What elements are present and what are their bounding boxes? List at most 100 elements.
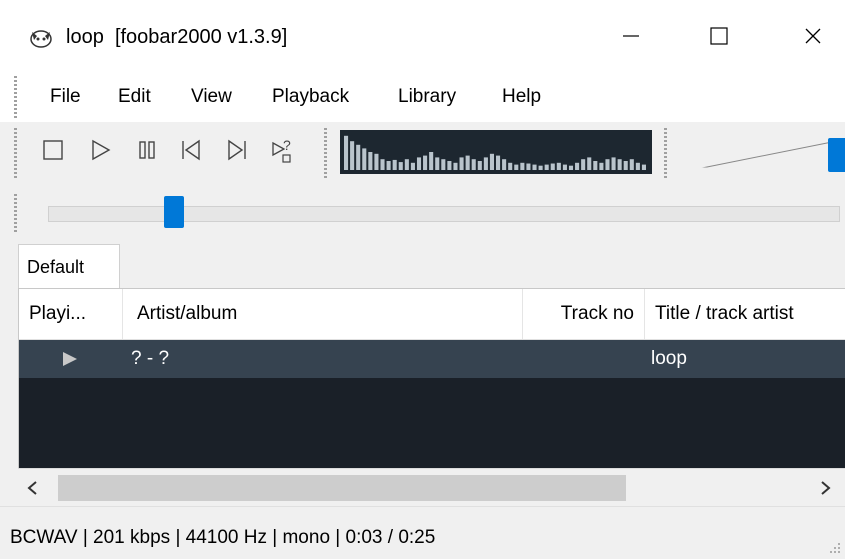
spectrum-bar [629,159,634,170]
scroll-right-icon[interactable] [818,480,832,496]
menu-view[interactable]: View [191,86,232,108]
row-title: loop [651,348,687,369]
scrollbar-thumb[interactable] [58,475,626,501]
volume-thumb[interactable] [828,138,845,172]
spectrum-bar [611,157,616,170]
spectrum-bar [447,161,452,170]
spectrum-bar [508,162,513,170]
spectrum-bar [526,163,531,170]
spectrum-bar [483,157,488,170]
maximize-icon [710,27,728,45]
spectrum-bar [435,157,440,170]
foobar-app-icon [30,30,52,48]
app-version: [foobar2000 v1.3.9] [114,26,288,48]
playlist-row[interactable]: ? - ? loop [19,340,845,378]
spectrum-bar [635,162,640,170]
stop-button[interactable] [40,136,66,164]
svg-text:?: ? [283,137,291,153]
menu-file[interactable]: File [50,86,81,108]
spectrum-bar [344,135,349,170]
spectrum-bar [605,159,610,170]
horizontal-scrollbar[interactable] [18,468,845,507]
seekbar-grip[interactable] [14,194,17,234]
spectrum-bar [465,155,470,170]
menu-help[interactable]: Help [502,86,541,108]
maximize-button[interactable] [688,0,750,72]
window-title: loop [foobar2000 v1.3.9] [66,26,287,49]
spectrum-bar [489,153,494,170]
seekbar-thumb[interactable] [164,196,185,228]
spectrum-bar [416,157,422,170]
pause-icon [139,141,155,159]
spectrum-bar [496,155,501,170]
spectrum-bar [386,161,391,170]
stop-icon [43,140,63,160]
column-artist-album[interactable]: Artist/album [123,289,523,339]
spectrum-bars [344,135,646,170]
spectrum-bar [368,152,373,170]
spectrum-bar [459,157,464,170]
spectrum-bar [502,159,507,170]
menu-playback[interactable]: Playback [272,86,349,108]
menu-grip[interactable] [14,76,17,118]
next-button[interactable] [224,136,250,164]
spectrum-bar [362,148,367,170]
spectrum-bar [429,152,434,170]
column-track-no[interactable]: Track no [523,289,645,339]
spectrum-bar [398,162,403,170]
column-artist-album-label: Artist/album [137,303,238,324]
menu-bar: File Edit View Playback Library Help [0,72,845,123]
spectrum-bar [617,159,622,170]
spectrum-visualizer[interactable] [340,130,652,174]
title-bar: loop [foobar2000 v1.3.9] [0,0,845,72]
previous-button[interactable] [178,136,204,164]
row-artist-album: ? - ? [131,348,170,369]
spectrum-bar [568,165,574,170]
spectrum-bar [538,165,543,170]
minimize-icon [623,35,639,37]
column-title-label: Title / track artist [655,303,794,324]
column-track-no-label: Track no [560,303,634,324]
spectrum-bar [556,162,561,170]
menu-library[interactable]: Library [398,86,456,108]
play-arrow-icon [63,352,77,366]
spectrum-bar [477,161,482,170]
volume-grip[interactable] [664,128,667,180]
visualizer-grip[interactable] [324,128,327,180]
spectrum-bar [356,144,361,170]
resize-grip-icon[interactable] [828,541,842,555]
close-button[interactable] [782,0,844,72]
track-title: loop [66,26,104,48]
spectrum-bar [514,164,519,170]
spectrum-bar [544,164,549,170]
pause-button[interactable] [134,136,160,164]
random-button[interactable]: ? [270,136,296,164]
volume-ramp [701,141,833,169]
spectrum-bar [550,163,555,170]
column-playing[interactable]: Playi... [19,289,123,339]
menu-edit[interactable]: Edit [118,86,151,108]
status-text: BCWAV | 201 kbps | 44100 Hz | mono | 0:0… [10,527,436,548]
spectrum-bar [374,153,379,170]
playlist-header: Playi... Artist/album Track no Title / t… [19,289,845,340]
spectrum-bar [453,162,458,170]
spectrum-bar [581,159,586,170]
spectrum-bar [575,162,580,170]
spectrum-bar [587,157,592,170]
spectrum-bar [410,162,415,170]
scroll-left-icon[interactable] [26,480,40,496]
spectrum-bar [562,164,567,170]
spectrum-bar [392,159,397,170]
spectrum-bar [599,162,604,170]
next-icon [228,139,246,161]
spectrum-bar [593,161,598,170]
play-button[interactable] [88,136,114,164]
column-title[interactable]: Title / track artist [645,289,845,339]
close-icon [805,28,821,44]
volume-slider[interactable] [672,126,845,182]
spectrum-bar [471,159,476,170]
tab-default[interactable]: Default [18,244,120,289]
minimize-button[interactable] [600,0,662,72]
toolbar-grip[interactable] [14,128,17,180]
spectrum-bar [380,159,385,170]
